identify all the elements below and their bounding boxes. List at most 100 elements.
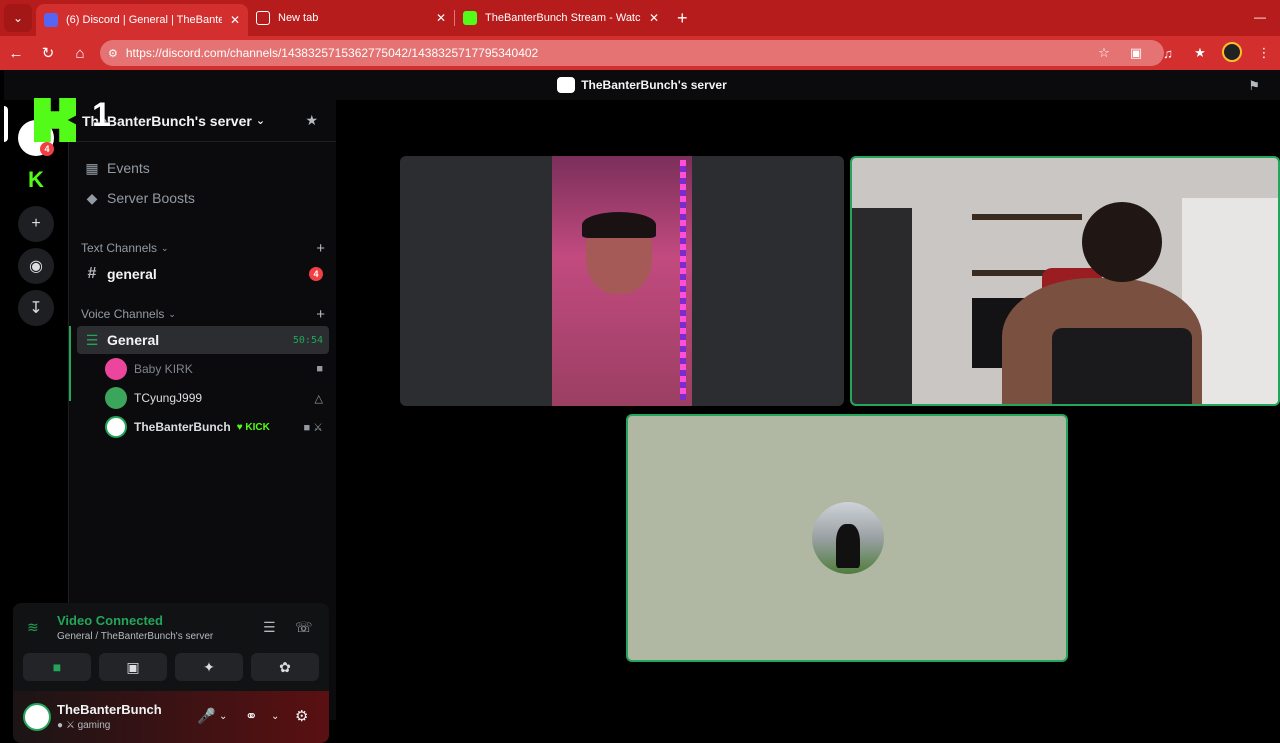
video-tile-thebanterbunch[interactable]	[850, 156, 1280, 406]
hashtag-icon: #	[87, 265, 97, 282]
playstation-icon: △	[314, 392, 323, 405]
close-tab-icon[interactable]: ✕	[436, 11, 446, 25]
discover-icon[interactable]: ◉	[18, 248, 54, 284]
video-popout-icon[interactable]: ▣	[1120, 45, 1152, 61]
noise-suppression-icon[interactable]: ☰	[263, 619, 276, 636]
sidebar-item-label: Events	[107, 160, 150, 176]
avatar	[105, 387, 127, 409]
browser-tab-kick[interactable]: TheBanterBunch Stream - Watch Live on Ki…	[455, 4, 667, 32]
channel-name: General	[107, 332, 160, 348]
browser-toolbar: ← ↻ ⌂ ⚙ https://discord.com/channels/143…	[0, 36, 1280, 70]
reload-icon[interactable]: ↻	[32, 44, 64, 62]
inbox-flag-icon[interactable]: ⚑	[1248, 78, 1260, 94]
kick-server-icon[interactable]: K	[18, 162, 54, 198]
download-icon[interactable]: ↧	[18, 290, 54, 326]
close-tab-icon[interactable]: ✕	[230, 13, 240, 27]
add-server-icon[interactable]: +	[18, 206, 54, 242]
microphone-icon[interactable]: 🎤	[197, 707, 216, 725]
room-wall	[852, 208, 912, 404]
sidebar-item-label: Server Boosts	[107, 190, 195, 206]
selected-server-pill	[4, 106, 8, 142]
voice-user-thebanterbunch[interactable]: TheBanterBunch ♥ KICK ■ ⚔	[105, 414, 329, 440]
profile-avatar[interactable]	[1216, 41, 1248, 65]
video-and-swords-icon: ■ ⚔	[303, 421, 323, 434]
video-feed	[552, 156, 692, 406]
create-channel-icon[interactable]: +	[316, 240, 325, 257]
boost-icon: ◆	[86, 189, 98, 206]
voice-user-baby-kirk[interactable]: Baby KIRK ■	[105, 356, 329, 382]
kick-favicon-icon	[463, 11, 477, 25]
chevron-down-icon[interactable]: ⌄	[219, 711, 227, 722]
voice-user-tcyungj999[interactable]: TCyungJ999 △	[105, 385, 329, 411]
avatar	[105, 416, 127, 438]
browser-tab-discord[interactable]: (6) Discord | General | TheBanterBunch's…	[36, 4, 248, 36]
more-icon[interactable]: ⋮	[1248, 45, 1280, 61]
voice-connection-panel: ≋ Video Connected General / TheBanterBun…	[13, 603, 329, 691]
connection-signal-icon[interactable]: ≋	[27, 619, 39, 636]
category-label: Text Channels	[81, 241, 158, 255]
tab-title: TheBanterBunch Stream - Watch Live on Ki…	[485, 12, 641, 24]
voice-activity-icon: ☰	[85, 331, 99, 348]
username[interactable]: TheBanterBunch	[57, 702, 162, 717]
voice-status[interactable]: Video Connected	[57, 613, 163, 628]
tab-list-button[interactable]: ⌄	[4, 4, 32, 32]
server-mention-badge: 4	[40, 142, 54, 156]
voice-location[interactable]: General / TheBanterBunch's server	[57, 631, 213, 642]
create-channel-icon[interactable]: +	[316, 306, 325, 323]
minimize-icon[interactable]: —	[1254, 10, 1266, 24]
user-status-text: gaming	[77, 720, 111, 731]
chevron-down-icon[interactable]: ⌄	[271, 711, 279, 722]
settings-gear-icon[interactable]: ⚙	[295, 707, 308, 725]
chevron-down-icon: ⌄	[255, 115, 266, 127]
invite-people-icon[interactable]: ★	[305, 112, 318, 129]
screen-share-button[interactable]: ▣	[99, 653, 167, 681]
sidebar-item-events[interactable]: ▦ Events	[77, 154, 329, 182]
home-icon[interactable]: ⌂	[64, 45, 96, 62]
user-status: ● ⚔ gaming	[57, 720, 111, 731]
back-icon[interactable]: ←	[0, 45, 32, 62]
channel-general-voice[interactable]: ☰ General 50:54	[77, 326, 329, 354]
channel-name: general	[107, 266, 157, 282]
video-camera-icon: ■	[316, 363, 323, 375]
headphones-icon[interactable]: ⚭	[245, 707, 258, 725]
user-avatar[interactable]	[23, 703, 51, 731]
bookmark-star-icon[interactable]: ☆	[1088, 45, 1120, 61]
tab-title: (6) Discord | General | TheBanterBunch's…	[66, 14, 222, 26]
new-tab-button[interactable]: +	[677, 8, 688, 29]
activities-button[interactable]: ✦	[175, 653, 243, 681]
camera-button[interactable]: ■	[23, 653, 91, 681]
browser-tab-new[interactable]: New tab ✕	[248, 4, 454, 32]
url-text: https://discord.com/channels/14383257153…	[125, 46, 539, 60]
browser-tab-strip: ⌄ (6) Discord | General | TheBanterBunch…	[0, 0, 1280, 36]
video-tile-tcyungj999[interactable]	[626, 414, 1068, 662]
voice-user-name: TheBanterBunch	[134, 420, 231, 434]
category-voice-channels[interactable]: Voice Channels ⌄ +	[81, 305, 325, 323]
media-icon[interactable]: ♫	[1152, 46, 1184, 61]
kick-tag: ♥ KICK	[236, 421, 270, 433]
voice-user-name: TCyungJ999	[134, 391, 203, 405]
soundboard-button[interactable]: ✿	[251, 653, 319, 681]
channel-topbar: TheBanterBunch's server ⚑	[4, 70, 1280, 100]
address-bar[interactable]: ⚙ https://discord.com/channels/143832571…	[100, 40, 1164, 66]
overlay-number: 1	[92, 96, 111, 134]
kick-tag-label: KICK	[245, 421, 270, 433]
close-tab-icon[interactable]: ✕	[649, 11, 659, 25]
disconnect-icon[interactable]: ☏	[295, 619, 313, 636]
avatar-figure	[836, 524, 860, 568]
toolbar-actions: ☆ ▣ ♫ ★ ⋮	[1088, 36, 1280, 70]
favorites-icon[interactable]: ★	[1184, 45, 1216, 61]
category-text-channels[interactable]: Text Channels ⌄ +	[81, 239, 325, 257]
call-timer: 50:54	[292, 334, 323, 346]
sidebar-item-server-boosts[interactable]: ◆ Server Boosts	[77, 184, 329, 212]
server-icon	[557, 77, 576, 93]
site-info-icon[interactable]: ⚙	[108, 47, 118, 60]
discord-app: TheBanterBunch's server ⚑ 4 K + ◉ ↧ TheB…	[0, 70, 1280, 743]
chevron-down-icon: ⌄	[168, 308, 176, 319]
topbar-server-name: TheBanterBunch's server	[581, 78, 727, 92]
channel-general-text[interactable]: # general 4	[77, 260, 329, 288]
person-shirt	[1052, 328, 1192, 404]
discord-favicon-icon	[44, 13, 58, 27]
tab-title: New tab	[278, 12, 319, 24]
person-cap	[582, 212, 656, 238]
video-tile-baby-kirk[interactable]	[400, 156, 844, 406]
